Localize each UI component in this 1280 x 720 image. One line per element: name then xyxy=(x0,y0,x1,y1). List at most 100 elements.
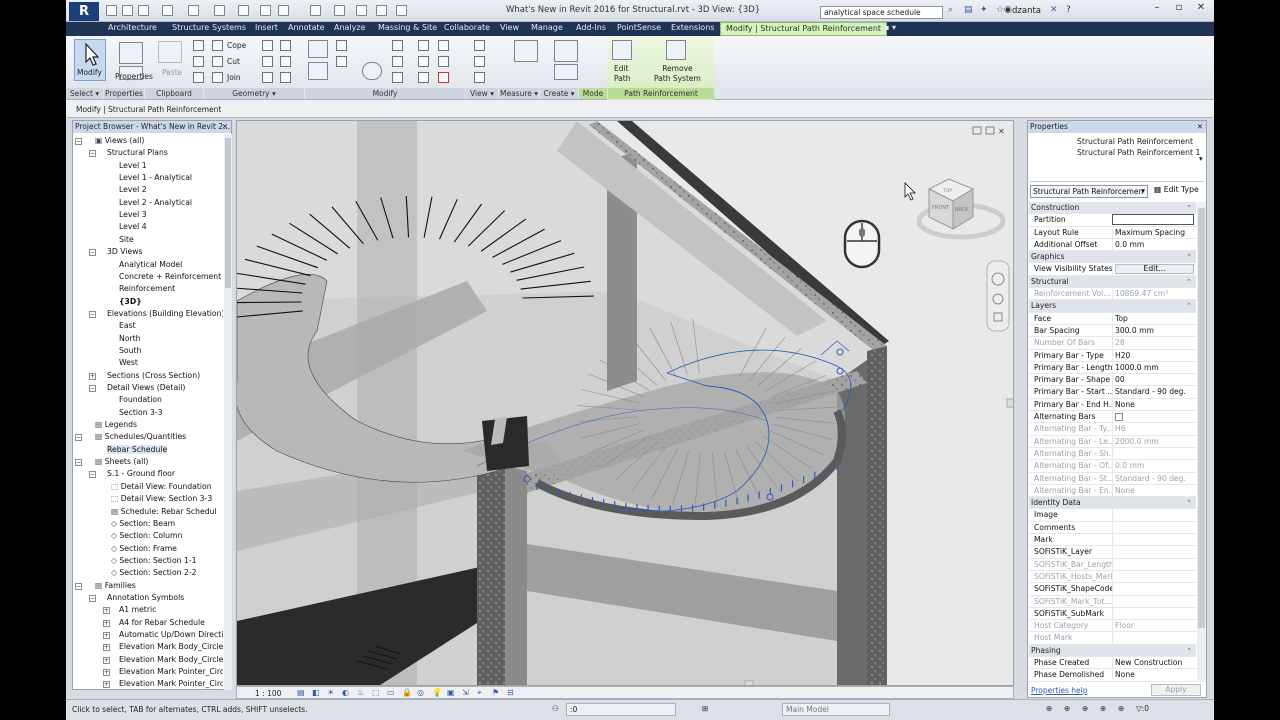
close-icon[interactable]: ✕ xyxy=(1197,121,1203,133)
expand-icon[interactable]: + xyxy=(103,607,110,615)
property-row[interactable]: Primary Bar - End H... None xyxy=(1029,398,1196,412)
linework-icon[interactable] xyxy=(474,72,485,83)
tree-item[interactable]: S.1 - Ground floor xyxy=(107,468,175,480)
tree-item[interactable]: Concrete + Reinforcement xyxy=(119,271,221,283)
save-icon[interactable] xyxy=(122,5,133,16)
collapse-group-icon[interactable]: ⌃ xyxy=(1186,645,1192,657)
tree-item[interactable]: ◇ Section: Column xyxy=(111,530,182,542)
collapse-icon[interactable]: − xyxy=(89,310,96,318)
property-row[interactable]: Partition xyxy=(1029,214,1196,227)
select-pinned-icon[interactable]: ⊕ xyxy=(1082,704,1088,713)
array-icon[interactable] xyxy=(418,56,429,67)
close-icon[interactable]: ✕ xyxy=(222,121,228,133)
select-underlay-icon[interactable]: ⊕ xyxy=(1064,704,1070,713)
tab-extensions[interactable]: Extensions xyxy=(671,23,714,32)
detail-level-icon[interactable]: ▤ xyxy=(297,688,305,697)
alternating-bars-checkbox[interactable] xyxy=(1115,413,1123,422)
property-row[interactable]: Alternating Bar - St... Standard - 90 deg… xyxy=(1029,472,1196,485)
unpin-icon[interactable] xyxy=(438,56,449,67)
cope-label[interactable]: Cope xyxy=(227,41,246,50)
cut-label[interactable]: Cut xyxy=(227,57,240,66)
tag-icon[interactable] xyxy=(260,5,271,16)
property-row[interactable]: Bar Spacing 300.0 mm xyxy=(1029,324,1196,338)
close-button[interactable]: ✕ xyxy=(1192,2,1210,18)
property-row[interactable]: Alternating Bar - Le... 2000.0 mm xyxy=(1029,435,1196,448)
property-value[interactable]: None xyxy=(1112,398,1194,411)
match-type-icon[interactable] xyxy=(193,72,204,83)
viewport-scroll-right[interactable] xyxy=(1006,398,1014,408)
property-row[interactable]: Host Mark xyxy=(1029,632,1196,645)
viewcube-back-label[interactable]: BACK xyxy=(955,207,969,213)
drag-elements-icon[interactable]: ⊕ xyxy=(1118,704,1124,713)
expand-icon[interactable]: + xyxy=(103,669,110,677)
property-row[interactable]: Alternating Bar - Of... 0.0 mm xyxy=(1029,460,1196,473)
tab-structure[interactable]: Structure xyxy=(172,23,209,32)
open-icon[interactable] xyxy=(106,5,117,16)
communication-icon[interactable]: ✦ xyxy=(980,5,988,15)
view-scale[interactable]: 1 : 100 xyxy=(255,689,281,698)
property-value[interactable]: Maximum Spacing xyxy=(1112,226,1194,239)
select-links-icon[interactable]: ⊕ xyxy=(1046,704,1052,713)
mirror-draw-icon[interactable] xyxy=(418,40,429,51)
section-icon[interactable] xyxy=(334,5,345,16)
collapse-group-icon[interactable]: ⌃ xyxy=(1186,202,1192,214)
revit-logo-icon[interactable]: R xyxy=(69,2,99,21)
split-icon[interactable] xyxy=(392,72,403,83)
tree-item[interactable]: Elevation Mark Pointer_Circle xyxy=(119,678,223,690)
tree-item[interactable]: Analytical Model xyxy=(119,259,182,271)
tree-item[interactable]: West xyxy=(119,357,138,369)
trim-icon[interactable] xyxy=(392,56,403,67)
tree-item[interactable]: ▤ Schedules/Quantities xyxy=(95,431,186,443)
print-icon[interactable] xyxy=(214,5,225,16)
property-row[interactable]: Comments xyxy=(1029,521,1196,535)
property-row[interactable]: Primary Bar - Length 1000.0 mm xyxy=(1029,361,1196,375)
tab-insert[interactable]: Insert xyxy=(255,23,278,32)
collapse-group-icon[interactable]: ⌃ xyxy=(1186,497,1192,509)
delete-icon[interactable] xyxy=(438,72,449,83)
tree-item[interactable]: ▤ Sheets (all) xyxy=(95,456,148,468)
property-row[interactable]: Primary Bar - Shape 00 xyxy=(1029,374,1196,387)
show-crop-icon[interactable]: ▭ xyxy=(387,688,395,697)
minimize-button[interactable]: – xyxy=(1148,2,1166,18)
tree-item[interactable]: Sections (Cross Section) xyxy=(107,370,200,382)
tree-item[interactable]: ▤ Schedule: Rebar Schedul xyxy=(111,506,217,518)
pick-icon[interactable] xyxy=(280,72,291,83)
tree-item[interactable]: ◇ Section: Section 1-1 xyxy=(111,555,197,567)
panel-label-select[interactable]: Select ▾ xyxy=(66,88,103,99)
property-row[interactable]: SOFiSTiK_Layer xyxy=(1029,546,1196,559)
property-row[interactable]: Alternating Bars xyxy=(1029,411,1196,424)
paste-icon[interactable] xyxy=(158,41,182,63)
temporary-hide-icon[interactable]: ◎ xyxy=(417,688,424,697)
highlight-displacement-icon[interactable]: ⇲ xyxy=(462,688,469,697)
property-row[interactable]: Number Of Bars 28 xyxy=(1029,337,1196,350)
tree-item[interactable]: Detail Views (Detail) xyxy=(107,382,185,394)
property-value[interactable] xyxy=(1112,521,1194,534)
expand-icon[interactable]: + xyxy=(103,644,110,652)
properties-button-label[interactable]: Properties xyxy=(115,72,153,81)
main-model-dropdown[interactable]: Main Model xyxy=(782,703,890,716)
tab-pointsense[interactable]: PointSense xyxy=(617,23,661,32)
tab-collaborate[interactable]: Collaborate xyxy=(444,23,490,32)
join-label[interactable]: Join xyxy=(227,73,241,82)
property-group[interactable]: Structural ⌃ xyxy=(1029,275,1196,289)
viewcube-top-label[interactable]: TOP xyxy=(942,188,952,194)
property-value[interactable]: New Construction xyxy=(1112,656,1194,669)
collapse-group-icon[interactable]: ⌃ xyxy=(1186,300,1192,312)
reveal-hidden-icon[interactable]: 💡 xyxy=(432,688,442,697)
tree-item[interactable]: ⬚ Detail View: Foundation xyxy=(111,481,212,493)
expand-icon[interactable]: + xyxy=(103,681,110,689)
property-group[interactable]: Construction ⌃ xyxy=(1029,202,1196,215)
tree-item[interactable]: Reinforcement xyxy=(119,283,175,295)
paint-icon[interactable] xyxy=(262,56,273,67)
3d-view-icon[interactable] xyxy=(310,5,321,16)
edit-type-button[interactable]: ▦ Edit Type xyxy=(1154,185,1199,194)
property-value[interactable]: 1000.0 mm xyxy=(1112,361,1194,374)
tree-item[interactable]: Rebar Schedule xyxy=(107,444,168,456)
shadows-icon[interactable]: ◐ xyxy=(342,688,349,697)
property-row[interactable]: Layout Rule Maximum Spacing xyxy=(1029,226,1196,239)
property-value[interactable] xyxy=(1112,509,1194,522)
copy-element-icon[interactable] xyxy=(336,56,347,67)
tab-systems[interactable]: Systems xyxy=(212,23,246,32)
collapse-icon[interactable]: − xyxy=(89,385,96,392)
viewcube-front-label[interactable]: FRONT xyxy=(932,205,950,211)
